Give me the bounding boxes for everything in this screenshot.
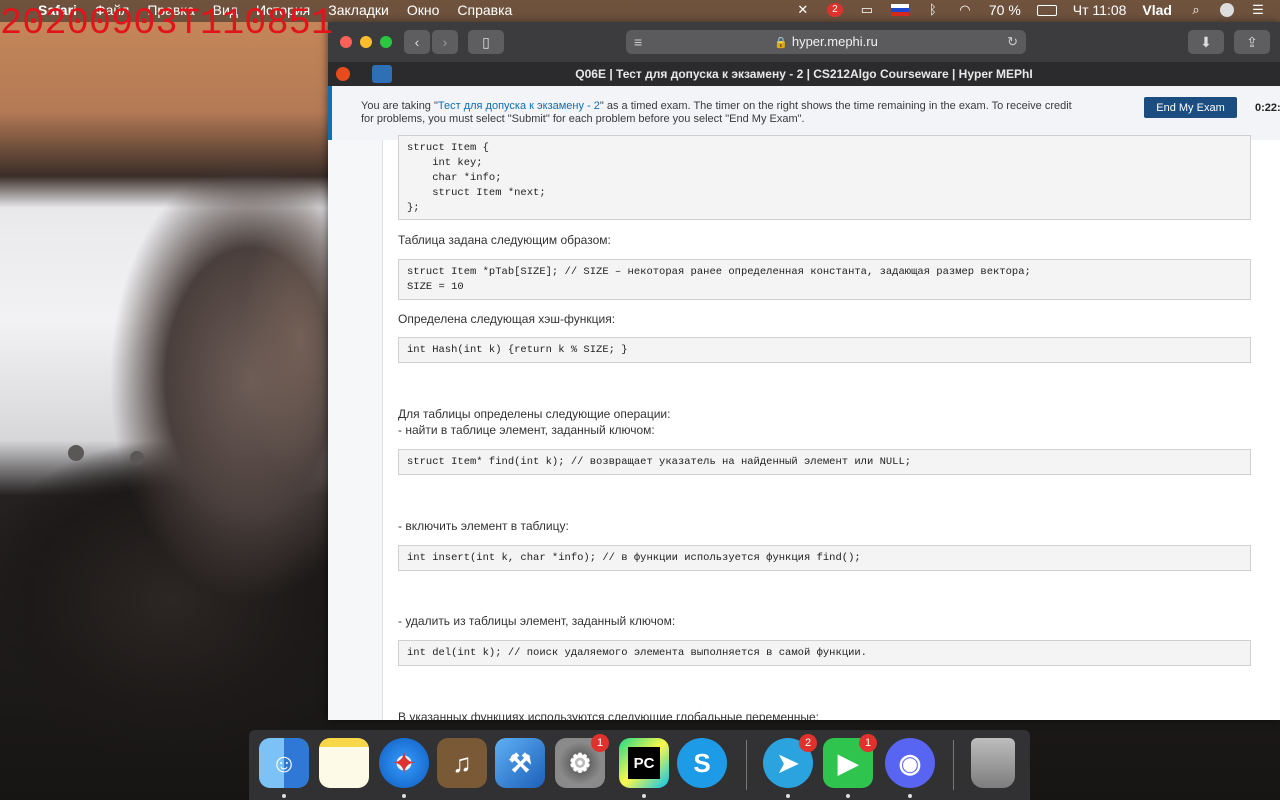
skype-s-icon: S xyxy=(693,747,711,778)
globals-description: В указанных функциях используются следую… xyxy=(398,710,820,720)
code-table-declaration: struct Item *pTab[SIZE]; // SIZE – некот… xyxy=(398,259,1251,300)
insert-description: - включить элемент в таблицу: xyxy=(398,519,569,533)
pycharm-icon[interactable]: PC xyxy=(619,738,669,788)
exam-timer: 0:22: xyxy=(1255,102,1280,114)
skype-icon[interactable]: S xyxy=(677,738,727,788)
dock-separator xyxy=(953,740,954,790)
browser-toolbar: ‹ › ▯ ≡ 🔒 hyper.mephi.ru ↻ ⬇ ⇪ xyxy=(328,22,1280,62)
facetime-icon[interactable]: ▶ 1 xyxy=(823,734,877,788)
zoom-window-button[interactable] xyxy=(380,36,392,48)
running-indicator xyxy=(402,794,406,798)
guitar-icon[interactable]: ♫ xyxy=(437,738,487,788)
close-window-button[interactable] xyxy=(340,36,352,48)
discord-controller-icon: ◉ xyxy=(898,747,922,778)
bluetooth-icon[interactable]: ᛒ xyxy=(925,3,941,17)
background-light xyxy=(130,451,144,465)
code-insert: int insert(int k, char *info); // в функ… xyxy=(398,545,1251,571)
user-name[interactable]: Vlad xyxy=(1142,2,1172,18)
keyboard-layout-flag-icon[interactable] xyxy=(890,4,909,16)
page-content: struct Item { int key; char *info; struc… xyxy=(328,135,1280,720)
notification-badge: 2 xyxy=(799,734,817,752)
banner-message: You are taking "Тест для допуска к экзам… xyxy=(361,100,1081,126)
notification-center-icon[interactable]: ☰ xyxy=(1250,3,1266,17)
menu-window[interactable]: Окно xyxy=(407,2,440,18)
find-description: - найти в таблице элемент, заданный ключ… xyxy=(398,423,655,437)
notes-icon[interactable] xyxy=(319,738,369,788)
lock-icon: 🔒 xyxy=(774,37,788,49)
telegram-icon[interactable]: ➤ 2 xyxy=(763,734,817,788)
spotlight-search-icon[interactable]: ⌕ xyxy=(1188,3,1204,17)
timed-exam-banner: You are taking "Тест для допуска к экзам… xyxy=(328,86,1280,141)
recording-timestamp: 20200903T110851 xyxy=(0,3,334,45)
code-hash-function: int Hash(int k) {return k % SIZE; } xyxy=(398,337,1251,363)
battery-icon[interactable] xyxy=(1036,4,1057,16)
problem-panel: struct Item { int key; char *info; struc… xyxy=(382,135,1280,720)
table-description: Таблица задана следующим образом: xyxy=(398,233,611,247)
url-text: hyper.mephi.ru xyxy=(791,34,878,49)
tools-icon[interactable]: ✕ xyxy=(795,3,811,17)
delete-description: - удалить из таблицы элемент, заданный к… xyxy=(398,614,676,628)
notification-badge: 1 xyxy=(591,734,609,752)
code-find: struct Item* find(int k); // возвращает … xyxy=(398,449,1251,475)
reader-icon[interactable]: ≡ xyxy=(634,30,642,54)
downloads-button[interactable]: ⬇ xyxy=(1188,30,1224,54)
screen-icon[interactable]: ▭ xyxy=(859,3,875,17)
menu-bookmarks[interactable]: Закладки xyxy=(328,2,389,18)
gear-icon[interactable]: ⚙ 1 xyxy=(555,734,609,788)
background-light xyxy=(68,445,84,461)
discord-icon[interactable]: ◉ xyxy=(885,738,935,788)
menu-help[interactable]: Справка xyxy=(457,2,512,18)
pycharm-pc-icon: PC xyxy=(628,747,660,779)
trash-icon[interactable] xyxy=(971,738,1015,788)
back-button[interactable]: ‹ xyxy=(404,30,430,54)
code-struct-item: struct Item { int key; char *info; struc… xyxy=(398,135,1251,220)
macos-dock: ☺ ✦ ♫ ⚒ ⚙ 1 PC S ➤ 2 ▶ 1 ◉ xyxy=(249,730,1030,800)
operations-description: Для таблицы определены следующие операци… xyxy=(398,407,671,421)
running-indicator xyxy=(908,794,912,798)
safari-window: ‹ › ▯ ≡ 🔒 hyper.mephi.ru ↻ ⬇ ⇪ Q06E | Тес… xyxy=(328,22,1280,720)
dock-separator xyxy=(746,740,747,790)
garageband-guitar-icon: ♫ xyxy=(452,747,472,778)
forward-button[interactable]: › xyxy=(432,30,458,54)
running-indicator xyxy=(282,794,286,798)
wifi-icon[interactable]: ◠ xyxy=(957,3,973,17)
banner-text-start: You are taking " xyxy=(361,100,438,112)
safari-icon[interactable]: ✦ xyxy=(379,738,429,788)
xcode-icon[interactable]: ⚒ xyxy=(495,738,545,788)
code-delete: int del(int k); // поиск удаляемого элем… xyxy=(398,640,1251,666)
running-indicator xyxy=(786,794,790,798)
minimize-window-button[interactable] xyxy=(360,36,372,48)
running-indicator xyxy=(642,794,646,798)
end-my-exam-button[interactable]: End My Exam xyxy=(1144,97,1237,118)
share-button[interactable]: ⇪ xyxy=(1234,30,1270,54)
finder-icon[interactable]: ☺ xyxy=(259,738,309,788)
clock[interactable]: Чт 11:08 xyxy=(1073,2,1127,18)
hammer-icon: ⚒ xyxy=(508,747,532,778)
siri-icon[interactable] xyxy=(1220,3,1234,17)
address-bar[interactable]: ≡ 🔒 hyper.mephi.ru ↻ xyxy=(626,30,1026,54)
notification-icon[interactable]: 2 xyxy=(826,3,843,17)
tab-bar: Q06E | Тест для допуска к экзамену - 2 |… xyxy=(328,62,1280,86)
exam-link[interactable]: Тест для допуска к экзамену - 2 xyxy=(438,100,600,112)
running-indicator xyxy=(846,794,850,798)
finder-face-icon: ☺ xyxy=(270,747,298,778)
battery-status[interactable]: 70 % xyxy=(989,2,1021,18)
sidebar-toggle-button[interactable]: ▯ xyxy=(468,30,504,54)
active-tab-title[interactable]: Q06E | Тест для допуска к экзамену - 2 |… xyxy=(328,67,1280,81)
hash-description: Определена следующая хэш-функция: xyxy=(398,312,616,326)
notification-badge: 1 xyxy=(859,734,877,752)
reload-icon[interactable]: ↻ xyxy=(1007,30,1018,54)
compass-icon: ✦ xyxy=(393,747,415,778)
